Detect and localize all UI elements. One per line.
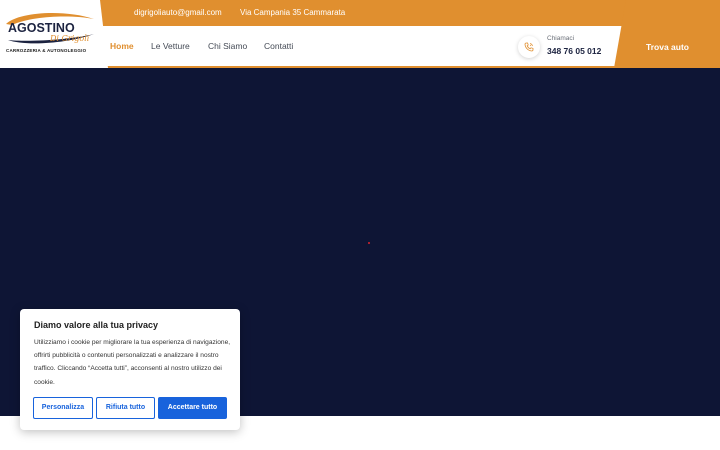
loading-dot: [368, 242, 370, 244]
logo-subtitle: CARROZZERIA & AUTONOLEGGIO: [6, 48, 87, 53]
accept-all-button[interactable]: Accettare tutto: [158, 397, 227, 419]
logo-name: AGOSTINO: [8, 21, 75, 35]
address-link[interactable]: Via Campania 35 Cammarata: [240, 0, 345, 26]
trova-auto-button[interactable]: Trova auto: [614, 0, 720, 68]
phone-icon: [524, 42, 534, 52]
customize-button[interactable]: Personalizza: [33, 397, 93, 419]
top-contact-bar: digrigoliauto@gmail.com Via Campania 35 …: [0, 0, 720, 26]
nav-le-vetture[interactable]: Le Vetture: [151, 26, 190, 68]
cookie-consent-banner: Diamo valore alla tua privacy Utilizziam…: [20, 309, 240, 430]
site-logo[interactable]: AGOSTINO Di Grigoli CARROZZERIA & AUTONO…: [0, 0, 108, 68]
logo-graphic: AGOSTINO Di Grigoli: [6, 12, 94, 44]
reject-all-button[interactable]: Rifiuta tutto: [96, 397, 155, 419]
main-header: AGOSTINO Di Grigoli CARROZZERIA & AUTONO…: [0, 0, 720, 68]
nav-contatti[interactable]: Contatti: [264, 26, 293, 68]
nav-chi-siamo[interactable]: Chi Siamo: [208, 26, 247, 68]
logo-script: Di Grigoli: [49, 34, 90, 43]
cookie-text: Utilizziamo i cookie per migliorare la t…: [34, 339, 231, 386]
phone-number[interactable]: 348 76 05 012: [547, 46, 601, 56]
nav-home[interactable]: Home: [110, 26, 134, 68]
cookie-title: Diamo valore alla tua privacy: [34, 320, 159, 330]
phone-button[interactable]: [518, 36, 540, 58]
call-label: Chiamaci: [547, 35, 575, 42]
email-link[interactable]: digrigoliauto@gmail.com: [134, 0, 222, 26]
trova-auto-label: Trova auto: [646, 42, 689, 52]
